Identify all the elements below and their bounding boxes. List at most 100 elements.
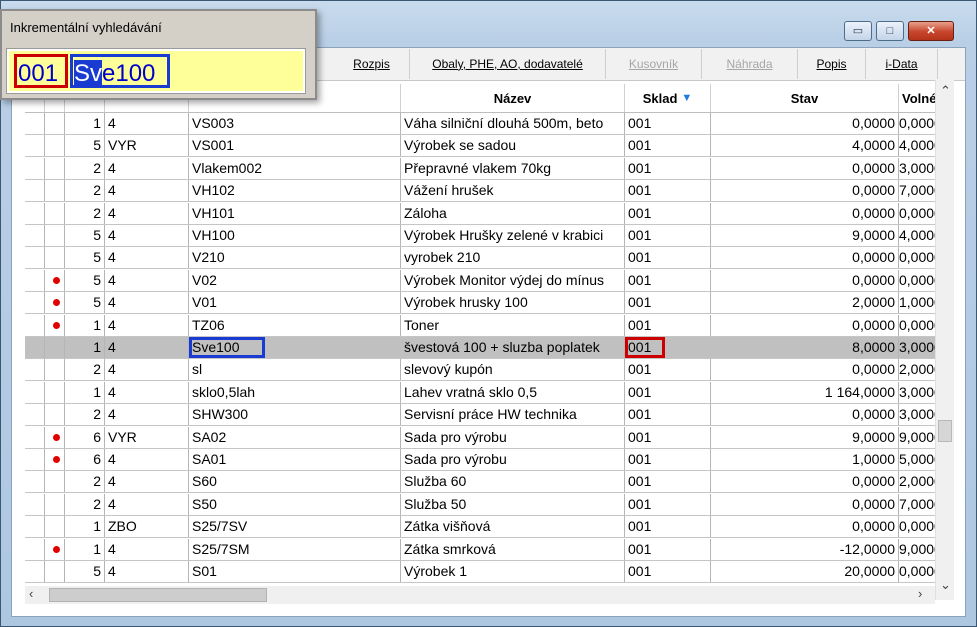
header-stav[interactable]: Stav [711,84,899,112]
table-row[interactable]: 1 ZBO S25/7SV Zátka višňová 001 0,0000 0,0000 [25,516,945,539]
cell-code: S01 [189,561,401,582]
cell-stav: 0,0000 [711,269,899,291]
cell-name: Zátka višňová [401,516,625,538]
toolbar-button-4[interactable]: Popis [798,49,866,79]
table-row[interactable]: 2 4 sl slevový kupón 001 0,0000 2,0000 [25,359,945,382]
cell-sklad: 001 [625,449,711,470]
cell-name: Lahev vratná sklo 0,5 [401,381,625,403]
cell-stav: 0,0000 [711,180,899,202]
scroll-down-icon[interactable]: ⌄ [940,578,951,591]
cell-sklad: 001 [625,269,711,291]
cell-code: Vlakem002 [189,157,401,179]
table-row[interactable]: 2 4 S60 Služba 60 001 0,0000 2,0000 [25,471,945,494]
row-marker [25,538,45,560]
toolbar-button-5[interactable]: i-Data [866,49,938,79]
row-marker [25,337,45,358]
table-row[interactable]: 2 4 S50 Služba 50 001 0,0000 7,0000 [25,493,945,516]
toolbar-button-1[interactable]: Obaly, PHE, AO, dodavatelé [410,49,606,79]
table-row[interactable]: 5 4 S01 Výrobek 1 001 20,0000 0,0000 [25,561,945,583]
cell-name: Výrobek Hrušky zelené v krabici [401,225,625,246]
cell-n: 2 [65,471,105,493]
cell-code: SHW300 [189,404,401,426]
toolbar-button-2: Kusovník [606,49,702,79]
table-row[interactable]: 5 4 V210 vyrobek 210 001 0,0000 0,0000 [25,247,945,270]
cell-sklad: 001 [625,493,711,515]
vertical-scroll-thumb[interactable] [938,420,952,442]
scroll-left-icon[interactable]: ‹ [29,587,33,600]
header-nazev[interactable]: Název [401,84,625,112]
horizontal-scroll-thumb[interactable] [49,588,267,602]
header-stav-label: Stav [790,90,819,106]
cell-t: 4 [105,471,189,493]
cell-n: 5 [65,135,105,157]
horizontal-scrollbar[interactable]: ‹ › [25,586,935,604]
table-row[interactable]: 1 4 TZ06 Toner 001 0,0000 0,0000 [25,314,945,337]
row-marker [25,426,45,448]
cell-code: S60 [189,471,401,493]
cell-n: 1 [65,337,105,358]
cell-stav: 0,0000 [711,493,899,515]
table-row[interactable]: 5 4 V01 Výrobek hrusky 100 001 2,0000 1,0000 [25,292,945,315]
cell-name: Váha silniční dlouhá 500m, beto [401,113,625,134]
cell-code: SA01 [189,449,401,470]
scroll-right-icon[interactable]: › [918,587,922,600]
cell-sklad: 001 [625,225,711,246]
cell-t: 4 [105,359,189,381]
cell-name: Výrobek se sadou [401,135,625,157]
row-marker [25,180,45,202]
row-flag [45,471,65,493]
table-row[interactable]: 6 VYR SA02 Sada pro výrobu 001 9,0000 9,0000 [25,426,945,449]
table-row[interactable]: 5 4 V02 Výrobek Monitor výdej do mínus 001 0,… [25,269,945,292]
cell-n: 5 [65,225,105,246]
selected-table-row[interactable]: 1 4 Sve100 švestová 100 + sluzba poplatek 00… [25,337,945,359]
header-sklad-label: Sklad [642,90,678,106]
row-flag [45,449,65,470]
minimize-button[interactable]: ▭ [844,21,872,41]
cell-stav: 0,0000 [711,471,899,493]
table-row[interactable]: 6 4 SA01 Sada pro výrobu 001 1,0000 5,0000 [25,449,945,471]
table-row[interactable]: 2 4 VH102 Vážení hrušek 001 0,0000 7,0000 [25,180,945,203]
cell-name: Toner [401,314,625,336]
scroll-up-icon[interactable]: ⌃ [940,84,951,97]
cell-name: švestová 100 + sluzba poplatek [401,337,625,358]
close-icon: ✕ [926,24,936,37]
cell-stav: -12,0000 [711,538,899,560]
row-marker [25,135,45,157]
cell-code: VH101 [189,202,401,224]
cell-t: 4 [105,180,189,202]
close-button[interactable]: ✕ [908,21,954,41]
maximize-button[interactable]: □ [876,21,904,41]
table-row[interactable]: 2 4 SHW300 Servisní práce HW technika 001 0,0… [25,404,945,427]
toolbar-button-0[interactable]: Rozpis [334,49,410,79]
header-sklad[interactable]: Sklad ▼ [625,84,711,112]
cell-sklad: 001 [625,516,711,538]
popup-title: Inkrementální vyhledávání [10,20,162,35]
cell-t: 4 [105,381,189,403]
row-marker [25,404,45,426]
cell-t: 4 [105,113,189,134]
search-prefix: 001 [14,54,68,88]
row-flag [45,359,65,381]
table-row[interactable]: 5 VYR VS001 Výrobek se sadou 001 4,0000 4,0000 [25,135,945,158]
table-row[interactable]: 5 4 VH100 Výrobek Hrušky zelené v krabici 00… [25,225,945,247]
cell-sklad: 001 [625,157,711,179]
table-row[interactable]: 1 4 VS003 Váha silniční dlouhá 500m, beto 00… [25,113,945,135]
cell-n: 1 [65,314,105,336]
cell-n: 2 [65,359,105,381]
cell-sklad: 001 [625,135,711,157]
row-marker [25,314,45,336]
row-marker [25,247,45,269]
cell-sklad: 001 [625,561,711,582]
cell-stav: 0,0000 [711,157,899,179]
table-row[interactable]: 2 4 VH101 Záloha 001 0,0000 0,0000 [25,202,945,225]
table-row[interactable]: 1 4 S25/7SM Zátka smrková 001 -12,0000 9,0000 [25,538,945,561]
cell-stav: 1,0000 [711,449,899,470]
vertical-scrollbar[interactable]: ⌃ ⌄ [935,80,954,600]
cell-stav: 20,0000 [711,561,899,582]
table-row[interactable]: 2 4 Vlakem002 Přepravné vlakem 70kg 001 0,000… [25,157,945,180]
incremental-search-field[interactable]: 001 Sve100 [6,48,306,94]
cell-name: Výrobek 1 [401,561,625,582]
cell-name: Servisní práce HW technika [401,404,625,426]
table-row[interactable]: 1 4 sklo0,5lah Lahev vratná sklo 0,5 001 1 16… [25,381,945,404]
cell-name: Sada pro výrobu [401,449,625,470]
